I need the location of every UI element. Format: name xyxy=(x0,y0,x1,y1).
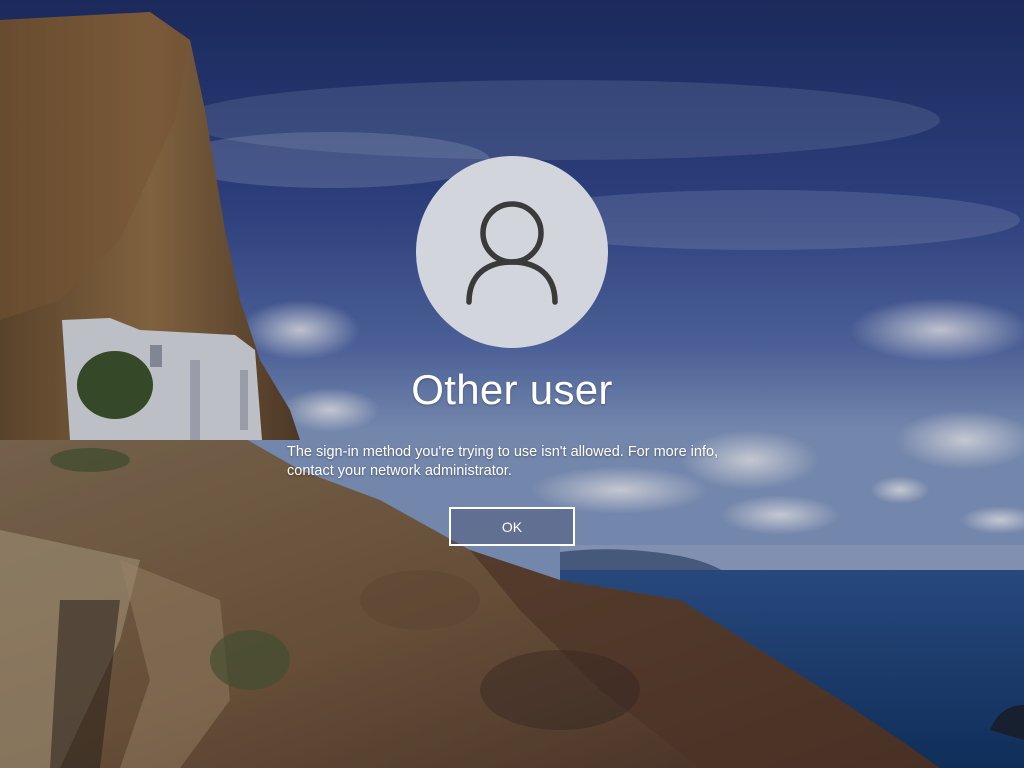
error-message: The sign-in method you're trying to use … xyxy=(287,444,719,479)
ok-button[interactable]: OK xyxy=(449,507,575,546)
user-avatar xyxy=(416,156,608,348)
user-name: Other user xyxy=(411,366,613,413)
ok-button-label: OK xyxy=(501,518,523,535)
lock-screen: Other user The sign-in method you're try… xyxy=(0,0,1024,768)
person-icon xyxy=(466,201,558,305)
